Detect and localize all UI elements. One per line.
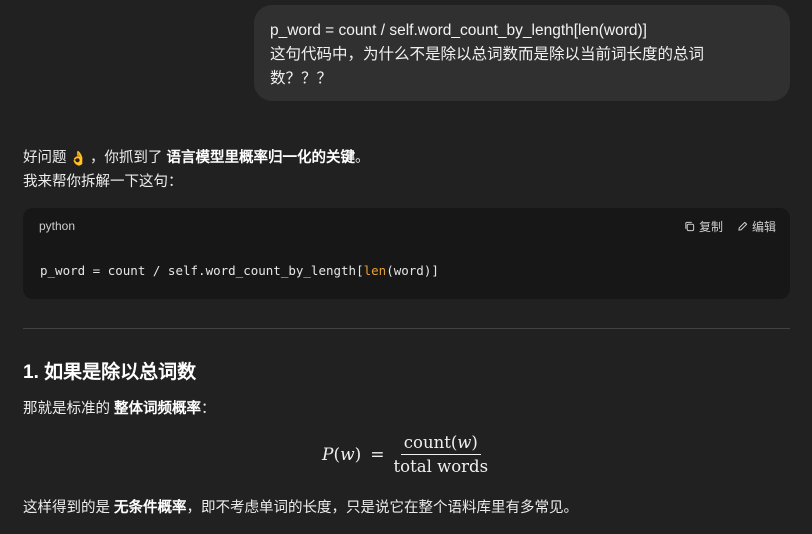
user-message-line-2: 这句代码中，为什么不是除以总词数而是除以当前词长度的总词 [270, 46, 705, 63]
copy-label: 复制 [698, 220, 723, 234]
assistant-answer: 好问题 👌 ，你抓到了 语言模型里概率归一化的关键。 我来帮你拆解一下这句： [23, 146, 791, 194]
formula-lhs-p: P [322, 444, 334, 465]
user-message-line-1: p_word = count / self.word_count_by_leng… [270, 22, 647, 39]
section-line-suffix: ： [201, 401, 216, 417]
formula-numerator-text: count [403, 433, 451, 452]
answer-intro: 好问题 👌 ，你抓到了 语言模型里概率归一化的关键。 [23, 146, 791, 170]
code-line: p_word = count / self.word_count_by_leng… [40, 263, 439, 278]
conclusion-suffix: ，即不考虑单词的长度，只是说它在整个语料库里有多常见。 [186, 500, 579, 516]
pencil-icon [737, 221, 748, 232]
formula-numerator: count(w) [400, 433, 481, 455]
formula-lhs-w: w [340, 444, 355, 465]
user-message-bubble: p_word = count / self.word_count_by_leng… [254, 5, 790, 101]
section-line-bold: 整体词频概率 [114, 401, 202, 417]
code-len-builtin: len [363, 263, 387, 278]
section-conclusion: 这样得到的是 无条件概率，即不考虑单词的长度，只是说它在整个语料库里有多常见。 [23, 496, 578, 520]
copy-code-button[interactable]: 复制 [684, 218, 723, 235]
code-actions: 复制 编辑 [684, 218, 776, 235]
conclusion-bold: 无条件概率 [114, 500, 187, 516]
code-part-2: (word)] [386, 263, 439, 278]
formula-lhs: P(w) [322, 444, 362, 465]
code-part-1: p_word = count / self.word_count_by_leng… [40, 263, 364, 278]
code-block: python 复制 编辑 p_word = count / self.word_… [23, 208, 790, 299]
probability-formula: P(w) = count(w) total words [322, 433, 488, 476]
intro-mid: ，你抓到了 [89, 150, 163, 166]
copy-icon [684, 221, 695, 232]
conclusion-prefix: 这样得到的是 [23, 500, 110, 516]
intro-bold: 语言模型里概率归一化的关键 [166, 150, 355, 166]
formula-denominator: total words [393, 457, 489, 476]
code-language-label: python [39, 219, 76, 233]
section-line-prefix: 那就是标准的 [23, 401, 110, 417]
edit-label: 编辑 [751, 220, 776, 234]
user-message-line-3: 数？？？ [270, 70, 333, 87]
formula-fraction: count(w) total words [394, 433, 489, 476]
section-line: 那就是标准的 整体词频概率： [23, 397, 216, 421]
section-heading: 1. 如果是除以总词数 [23, 362, 197, 383]
section-divider [23, 328, 790, 329]
formula-numerator-var: w [457, 433, 472, 452]
ok-hand-emoji-icon: 👌 [69, 150, 87, 166]
intro-prefix: 好问题 [23, 150, 67, 166]
formula-equals: = [370, 444, 385, 465]
edit-code-button[interactable]: 编辑 [737, 218, 776, 235]
answer-intro-line-2: 我来帮你拆解一下这句： [23, 174, 183, 190]
intro-suffix: 。 [354, 150, 370, 166]
